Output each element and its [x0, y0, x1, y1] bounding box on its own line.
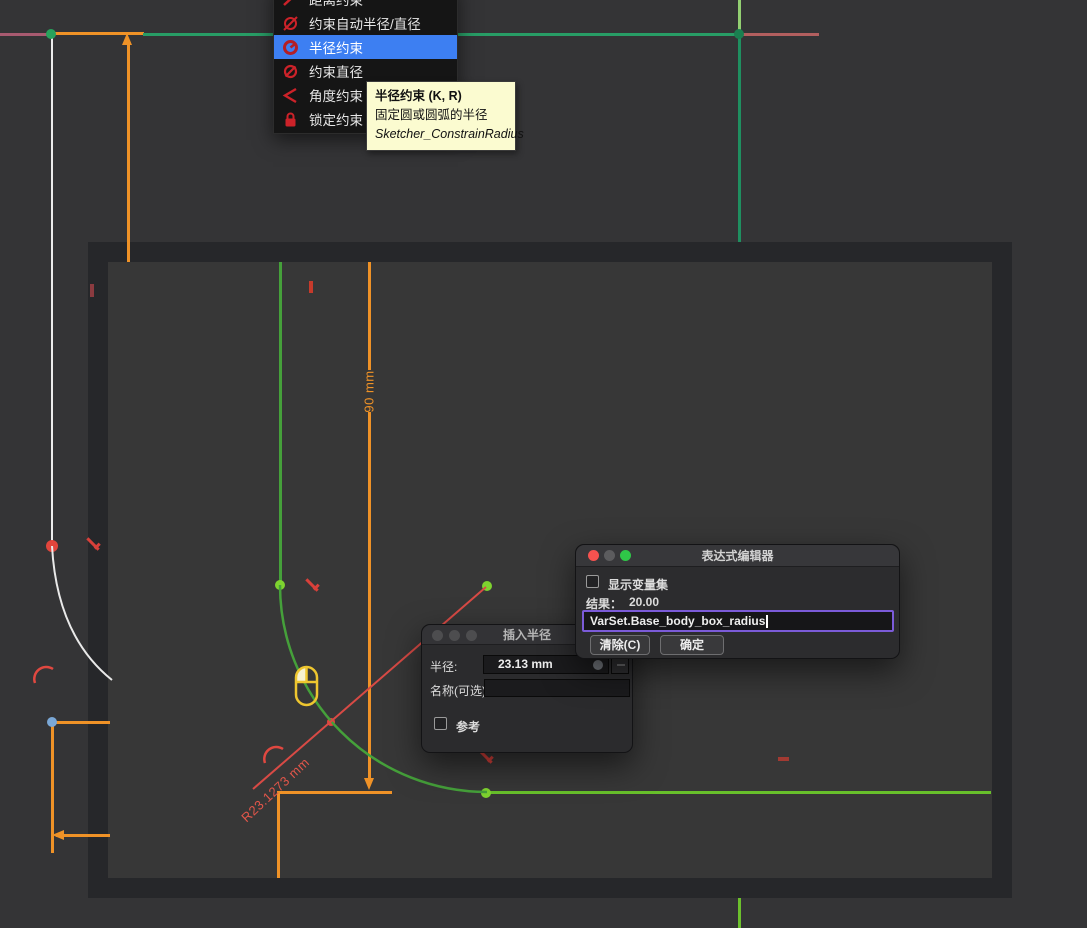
dimension-line-corner-vertical[interactable]: [277, 793, 280, 878]
radius-value: 23.13 mm: [498, 657, 553, 671]
close-icon[interactable]: [432, 630, 443, 641]
dimension-line-corner-horizontal[interactable]: [277, 791, 392, 794]
vertex-arc-top[interactable]: [275, 580, 285, 590]
show-varset-checkbox[interactable]: [586, 575, 599, 588]
constraint-dash-vertical-outer[interactable]: [90, 284, 94, 297]
profile-line-vertical-green[interactable]: [279, 262, 282, 586]
constraint-arc-marker-outer[interactable]: [34, 667, 53, 683]
vertex-origin-point[interactable]: [46, 29, 56, 39]
menu-item-label: 锁定约束: [309, 109, 363, 129]
reference-label: 参考: [456, 718, 480, 735]
expression-editor-titlebar[interactable]: 表达式编辑器: [576, 545, 899, 567]
dimension-label-90mm[interactable]: 90 mm: [362, 370, 377, 414]
vertex-blue-point[interactable]: [47, 717, 57, 727]
dimension-line-bl-horizontal-top[interactable]: [52, 721, 110, 724]
menu-item-radius-constraint[interactable]: 半径约束: [274, 35, 457, 59]
minimize-icon[interactable]: [449, 630, 460, 641]
show-varset-label: 显示变量集: [608, 576, 668, 593]
vertex-leader-arc-crossing[interactable]: [327, 718, 335, 726]
constraint-dash-vertical-inset[interactable]: [309, 281, 313, 293]
menu-item-label: 角度约束: [309, 85, 363, 105]
text-caret: [766, 615, 768, 628]
dimension-line-90mm-lower[interactable]: [368, 412, 371, 778]
maximize-icon[interactable]: [620, 550, 631, 561]
dimension-line-90mm-upper[interactable]: [368, 262, 371, 370]
tooltip: 半径约束 (K, R) 固定圆或圆弧的半径 Sketcher_Constrain…: [366, 81, 516, 151]
reference-checkbox[interactable]: [434, 717, 447, 730]
expression-icon[interactable]: [593, 660, 603, 670]
dimension-arrow-up: [122, 33, 132, 45]
expression-input[interactable]: VarSet.Base_body_box_radius: [582, 610, 894, 632]
lock-constraint-icon: [282, 111, 299, 128]
diameter-constraint-icon: [282, 63, 299, 80]
maximize-icon[interactable]: [466, 630, 477, 641]
result-value: 20.00: [629, 595, 659, 609]
menu-item-label: 距离约束: [309, 0, 363, 9]
axis-line-salmon-right[interactable]: [742, 33, 819, 36]
expression-text: VarSet.Base_body_box_radius: [590, 614, 765, 628]
angle-constraint-icon: [282, 87, 299, 104]
name-label: 名称(可选): [430, 682, 486, 699]
expression-editor-dialog: 表达式编辑器 显示变量集 结果： 20.00 VarSet.Base_body_…: [575, 544, 900, 659]
menu-item-diameter-constraint[interactable]: 约束直径: [274, 59, 457, 83]
vertex-arc-end[interactable]: [481, 788, 491, 798]
vertex-red-arc-start[interactable]: [46, 540, 58, 552]
profile-line-horizontal-lime[interactable]: [486, 791, 991, 794]
close-icon[interactable]: [588, 550, 599, 561]
menu-item-label: 约束直径: [309, 61, 363, 81]
clear-button[interactable]: 清除(C): [590, 635, 650, 655]
external-line-vertical-teal[interactable]: [738, 35, 741, 243]
sketch-line-white-vertical[interactable]: [51, 34, 53, 546]
distance-constraint-icon: [282, 0, 299, 8]
minimize-icon[interactable]: [604, 550, 615, 561]
tooltip-description: 固定圆或圆弧的半径: [375, 106, 507, 125]
dimension-line-vertical-left[interactable]: [127, 44, 130, 262]
dimension-arrow-left: [52, 830, 64, 840]
vertex-arc-center[interactable]: [482, 581, 492, 591]
menu-item-label: 半径约束: [309, 37, 363, 57]
constraint-dash-horizontal-inset[interactable]: [778, 757, 789, 761]
vertex-axis-crossing-point[interactable]: [734, 29, 744, 39]
auto-radius-diameter-icon: [282, 15, 299, 32]
ok-button[interactable]: 确定: [660, 635, 724, 655]
radius-label: 半径:: [430, 658, 457, 675]
dimension-arrow-down: [364, 778, 374, 790]
menu-item-distance-constraint[interactable]: 距离约束: [274, 0, 457, 11]
menu-item-label: 约束自动半径/直径: [309, 13, 421, 33]
tooltip-command: Sketcher_ConstrainRadius: [375, 125, 507, 144]
menu-item-auto-radius-diameter[interactable]: 约束自动半径/直径: [274, 11, 457, 35]
radius-constraint-icon: [282, 39, 299, 56]
axis-line-pink-left[interactable]: [0, 33, 49, 36]
name-input[interactable]: [484, 679, 630, 697]
dimension-line-bl-horizontal-bottom[interactable]: [56, 834, 110, 837]
tooltip-title: 半径约束 (K, R): [375, 87, 507, 106]
